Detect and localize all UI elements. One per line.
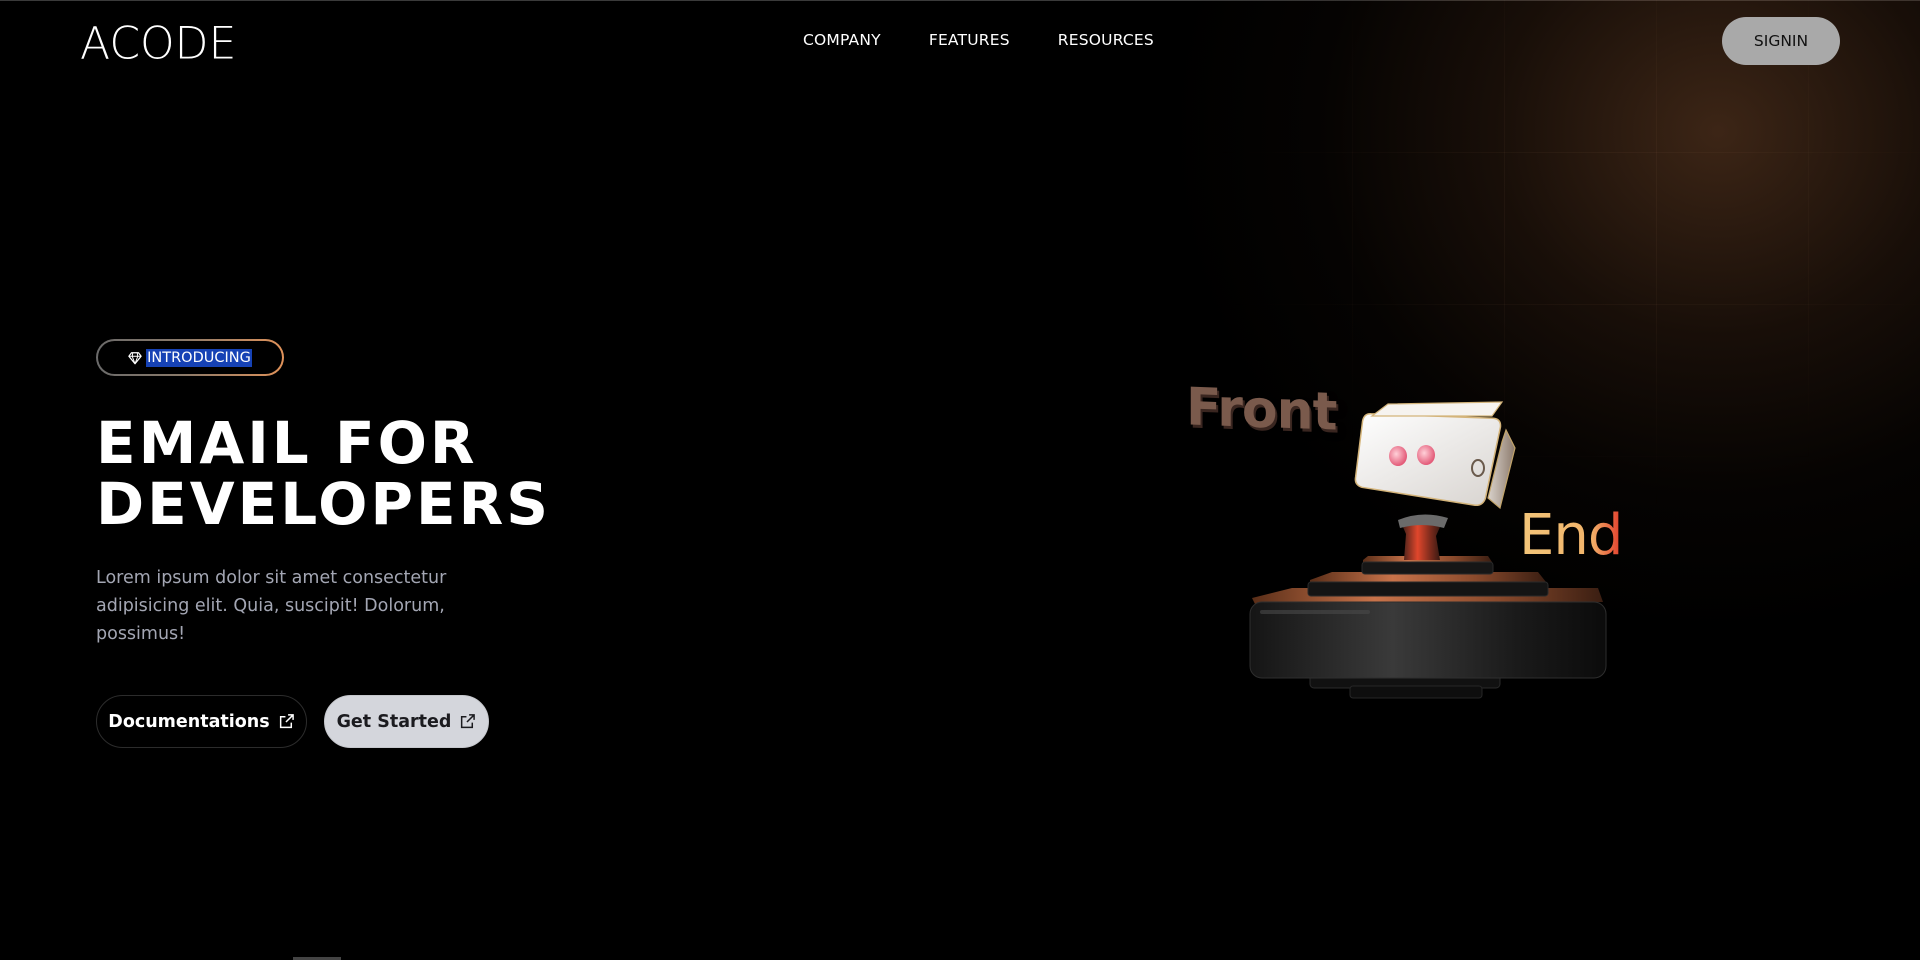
nav-item-company[interactable]: COMPANY — [803, 31, 881, 49]
documentations-button-label: Documentations — [108, 711, 270, 732]
robot-head-top — [1370, 401, 1504, 417]
introducing-badge[interactable]: INTRODUCING — [96, 339, 284, 376]
tier-2-block — [1307, 581, 1549, 597]
documentations-button[interactable]: Documentations — [96, 695, 307, 748]
tier-3-block — [1361, 561, 1494, 575]
badge-inner: INTRODUCING — [98, 341, 282, 374]
hero-title-line-1: EMAIL FOR — [96, 409, 478, 477]
landing-page: ACODE COMPANY FEATURES RESOURCES SIGNIN … — [0, 0, 1920, 960]
end-label: End — [1519, 503, 1623, 568]
external-link-icon — [279, 714, 294, 729]
nav-item-features[interactable]: FEATURES — [929, 31, 1010, 49]
external-link-icon — [461, 714, 476, 729]
badge-label: INTRODUCING — [146, 348, 252, 367]
get-started-button-label: Get Started — [336, 711, 452, 732]
robot-eye-left — [1389, 446, 1407, 466]
signin-button[interactable]: SIGNIN — [1722, 17, 1840, 65]
base-bottom-step — [1349, 685, 1483, 699]
site-logo[interactable]: ACODE — [80, 17, 236, 69]
hero-title-line-2: DEVELOPERS — [96, 470, 552, 538]
hero-title: EMAIL FOR DEVELOPERS — [96, 413, 551, 535]
get-started-button[interactable]: Get Started — [324, 695, 489, 748]
main-nav: COMPANY FEATURES RESOURCES — [803, 31, 1154, 49]
nav-item-resources[interactable]: RESOURCES — [1058, 31, 1154, 49]
front-label: Front — [1186, 377, 1337, 443]
base-highlight — [1260, 610, 1370, 614]
diamond-icon — [128, 351, 142, 364]
hero-description: Lorem ipsum dolor sit amet consectetur a… — [96, 568, 447, 644]
robot-eye-right — [1417, 445, 1435, 465]
